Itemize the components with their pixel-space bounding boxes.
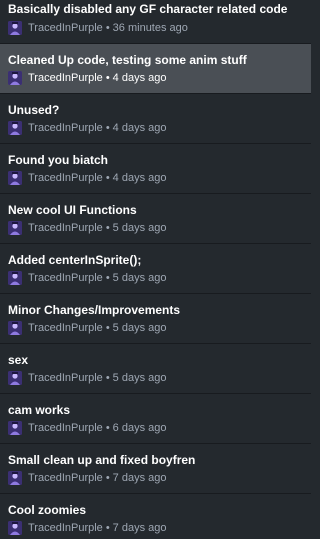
- commit-history-list: Basically disabled any GF character rela…: [0, 0, 311, 539]
- user-avatar-icon: [8, 221, 22, 235]
- commit-author: TracedInPurple: [28, 21, 103, 34]
- commit-time: 4 days ago: [112, 171, 167, 184]
- user-avatar-icon: [8, 521, 22, 535]
- commit-item[interactable]: Unused? TracedInPurple • 4 days ago: [0, 94, 311, 144]
- commit-meta: TracedInPurple • 4 days ago: [8, 71, 167, 85]
- commit-meta: TracedInPurple • 5 days ago: [8, 321, 167, 335]
- commit-item[interactable]: Cool zoomies TracedInPurple • 7 days ago: [0, 494, 311, 539]
- commit-summary: Cleaned Up code, testing some anim stuff: [8, 53, 247, 67]
- commit-author: TracedInPurple: [28, 421, 103, 434]
- meta-separator: •: [105, 471, 110, 484]
- commit-author: TracedInPurple: [28, 471, 103, 484]
- user-avatar-icon: [8, 471, 22, 485]
- commit-author: TracedInPurple: [28, 121, 103, 134]
- meta-separator: •: [105, 321, 110, 334]
- user-avatar-icon: [8, 21, 22, 35]
- commit-summary: Small clean up and fixed boyfren: [8, 453, 196, 467]
- commit-meta: TracedInPurple • 7 days ago: [8, 521, 167, 535]
- meta-separator: •: [105, 421, 110, 434]
- commit-item[interactable]: Found you biatch TracedInPurple • 4 days…: [0, 144, 311, 194]
- commit-summary: New cool UI Functions: [8, 203, 137, 217]
- commit-meta: TracedInPurple • 5 days ago: [8, 271, 167, 285]
- commit-meta: TracedInPurple • 4 days ago: [8, 121, 167, 135]
- commit-time: 6 days ago: [112, 421, 167, 434]
- commit-meta: TracedInPurple • 7 days ago: [8, 471, 167, 485]
- user-avatar-icon: [8, 321, 22, 335]
- commit-summary: sex: [8, 353, 29, 367]
- commit-time: 4 days ago: [112, 121, 167, 134]
- commit-item-selected[interactable]: Cleaned Up code, testing some anim stuff…: [0, 44, 311, 94]
- user-avatar-icon: [8, 171, 22, 185]
- commit-author: TracedInPurple: [28, 271, 103, 284]
- commit-item[interactable]: New cool UI Functions TracedInPurple • 5…: [0, 194, 311, 244]
- commit-summary: Added centerInSprite();: [8, 253, 142, 267]
- commit-summary: cam works: [8, 403, 71, 417]
- commit-item[interactable]: Small clean up and fixed boyfren TracedI…: [0, 444, 311, 494]
- commit-summary: Found you biatch: [8, 153, 108, 167]
- user-avatar-icon: [8, 271, 22, 285]
- commit-meta: TracedInPurple • 6 days ago: [8, 421, 167, 435]
- user-avatar-icon: [8, 371, 22, 385]
- commit-time: 5 days ago: [112, 321, 167, 334]
- commit-time: 4 days ago: [112, 71, 167, 84]
- meta-separator: •: [105, 121, 110, 134]
- commit-time: 5 days ago: [112, 371, 167, 384]
- commit-item[interactable]: sex TracedInPurple • 5 days ago: [0, 344, 311, 394]
- commit-author: TracedInPurple: [28, 321, 103, 334]
- commit-meta: TracedInPurple • 4 days ago: [8, 171, 167, 185]
- commit-meta: TracedInPurple • 5 days ago: [8, 371, 167, 385]
- meta-separator: •: [105, 221, 110, 234]
- commit-time: 7 days ago: [112, 521, 167, 534]
- commit-author: TracedInPurple: [28, 171, 103, 184]
- commit-author: TracedInPurple: [28, 371, 103, 384]
- commit-author: TracedInPurple: [28, 71, 103, 84]
- commit-author: TracedInPurple: [28, 521, 103, 534]
- commit-item[interactable]: Added centerInSprite(); TracedInPurple •…: [0, 244, 311, 294]
- commit-meta: TracedInPurple • 36 minutes ago: [8, 21, 188, 35]
- user-avatar-icon: [8, 71, 22, 85]
- commit-time: 36 minutes ago: [112, 21, 188, 34]
- commit-author: TracedInPurple: [28, 221, 103, 234]
- meta-separator: •: [105, 21, 110, 34]
- commit-time: 5 days ago: [112, 221, 167, 234]
- commit-time: 5 days ago: [112, 271, 167, 284]
- meta-separator: •: [105, 271, 110, 284]
- commit-item[interactable]: Basically disabled any GF character rela…: [0, 0, 311, 44]
- meta-separator: •: [105, 521, 110, 534]
- commit-summary: Basically disabled any GF character rela…: [8, 2, 288, 16]
- commit-item[interactable]: Minor Changes/Improvements TracedInPurpl…: [0, 294, 311, 344]
- meta-separator: •: [105, 71, 110, 84]
- meta-separator: •: [105, 171, 110, 184]
- user-avatar-icon: [8, 121, 22, 135]
- user-avatar-icon: [8, 421, 22, 435]
- commit-meta: TracedInPurple • 5 days ago: [8, 221, 167, 235]
- commit-summary: Cool zoomies: [8, 503, 87, 517]
- commit-time: 7 days ago: [112, 471, 167, 484]
- meta-separator: •: [105, 371, 110, 384]
- commit-summary: Minor Changes/Improvements: [8, 303, 181, 317]
- commit-summary: Unused?: [8, 103, 60, 117]
- commit-item[interactable]: cam works TracedInPurple • 6 days ago: [0, 394, 311, 444]
